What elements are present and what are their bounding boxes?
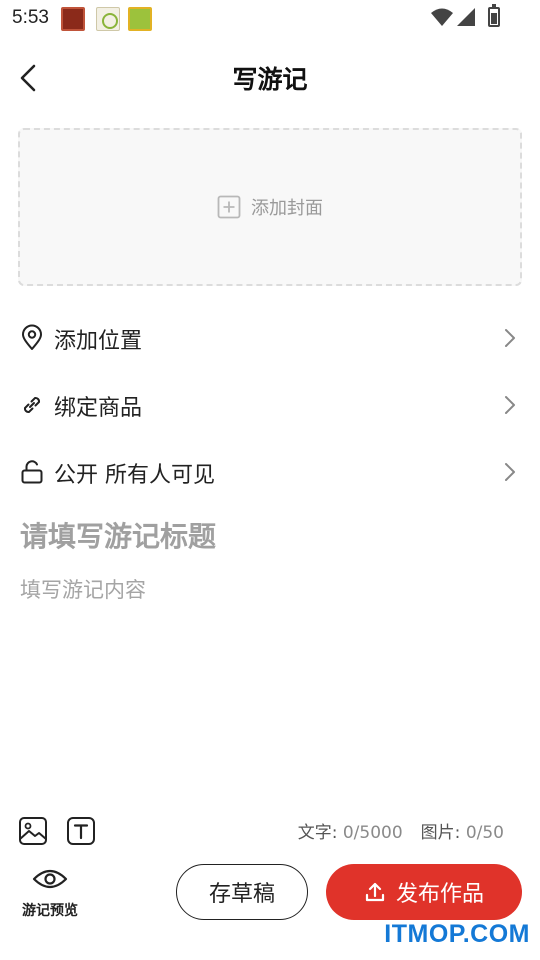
page-title: 写游记 — [232, 65, 308, 94]
preview-button[interactable]: 游记预览 — [16, 862, 84, 922]
battery-charging-icon — [488, 4, 500, 27]
wifi-icon — [431, 8, 453, 26]
counts: 文字: 0/5000 图片: 0/50 — [298, 818, 504, 843]
plus-square-icon — [217, 195, 241, 219]
title-input[interactable] — [20, 512, 520, 560]
app-notification-icon — [61, 7, 85, 31]
preview-label: 游记预览 — [22, 903, 78, 919]
text-count-value: 0/5000 — [342, 823, 403, 843]
image-count: 图片: 0/50 — [421, 818, 504, 843]
text-format-icon — [67, 817, 95, 845]
text-count: 文字: 0/5000 — [298, 818, 403, 843]
save-draft-button[interactable]: 存草稿 — [176, 864, 308, 920]
publish-button[interactable]: 发布作品 — [326, 864, 522, 920]
add-location-label: 添加位置 — [54, 329, 143, 354]
visibility-label: 公开 所有人可见 — [54, 463, 215, 488]
watermark: ITMOP.COM — [384, 920, 530, 948]
cellular-signal-icon — [457, 8, 475, 26]
publish-label: 发布作品 — [395, 882, 484, 907]
image-count-value: 0/50 — [465, 823, 504, 843]
unlock-icon — [21, 460, 43, 484]
insert-image-button[interactable] — [18, 816, 48, 846]
link-icon — [23, 396, 41, 414]
image-icon — [19, 817, 47, 845]
insert-text-button[interactable] — [66, 816, 96, 846]
bind-product-row[interactable]: 绑定商品 — [18, 377, 522, 433]
chevron-right-icon — [505, 463, 515, 481]
status-time: 5:53 — [12, 7, 49, 28]
add-location-row[interactable]: 添加位置 — [18, 310, 522, 366]
visibility-row[interactable]: 公开 所有人可见 — [18, 444, 522, 500]
app-notification-icon — [128, 7, 152, 31]
text-count-label: 文字: — [297, 823, 338, 843]
add-cover-button[interactable]: 添加封面 — [18, 128, 522, 286]
header: 写游记 — [0, 40, 540, 116]
chevron-right-icon — [505, 329, 515, 347]
chevron-right-icon — [505, 396, 515, 414]
add-cover-label: 添加封面 — [251, 198, 323, 219]
content-input[interactable] — [20, 574, 520, 794]
eye-icon — [32, 869, 68, 889]
status-bar: 5:53 — [0, 0, 540, 38]
app-notification-icon — [96, 7, 120, 31]
location-pin-icon — [22, 324, 42, 350]
bind-product-label: 绑定商品 — [54, 396, 143, 421]
upload-icon — [365, 882, 385, 902]
image-count-label: 图片: — [420, 823, 461, 843]
